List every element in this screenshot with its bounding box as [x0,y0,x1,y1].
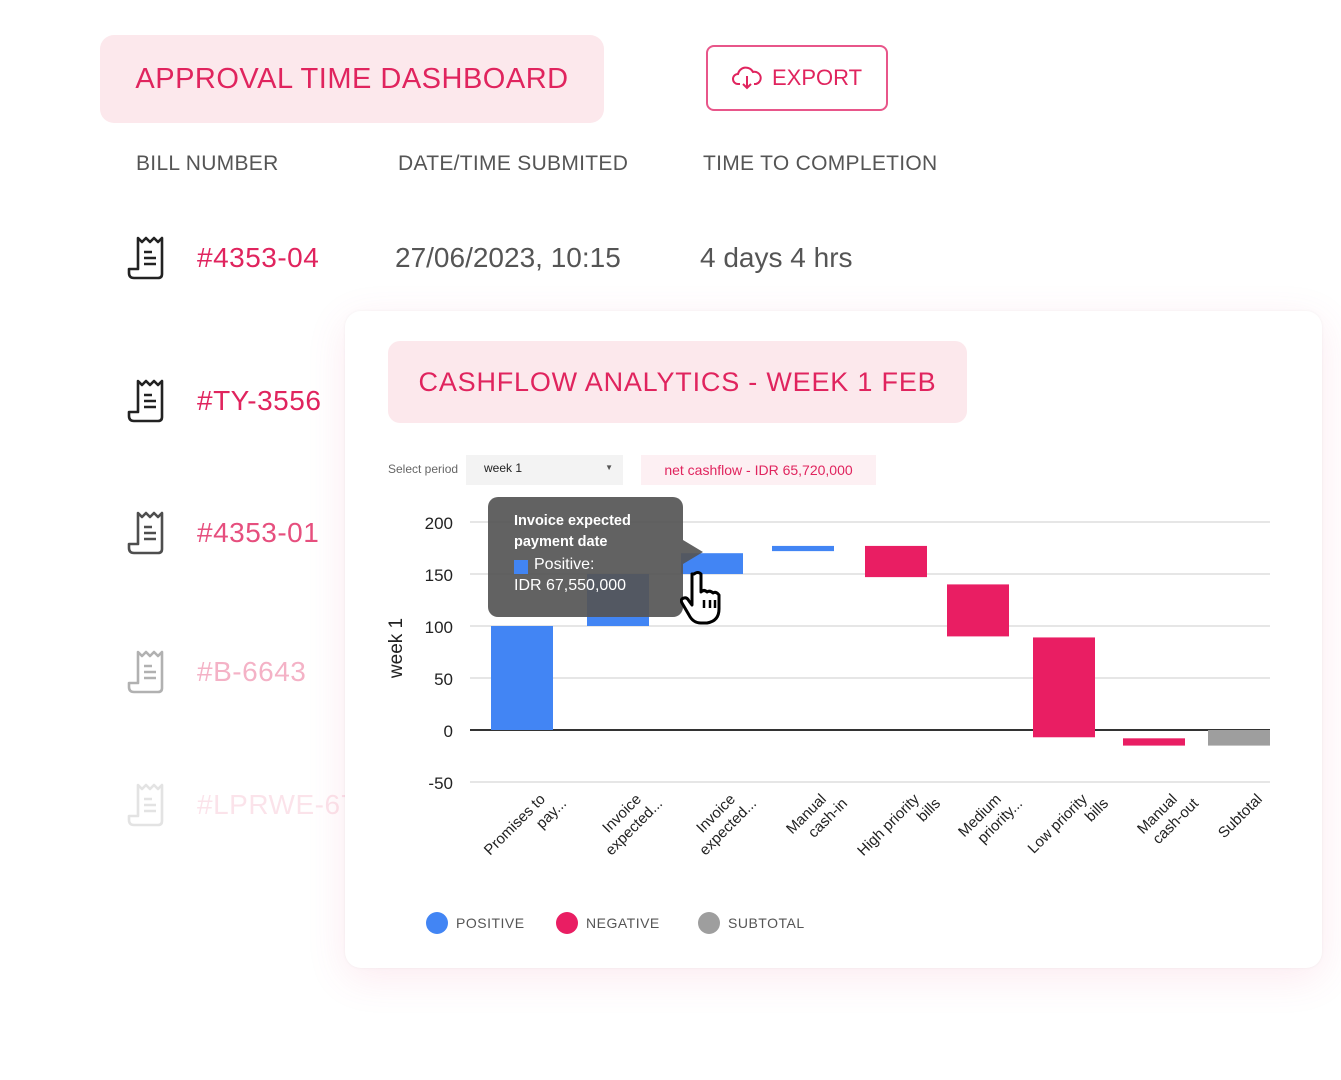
negative-dot [556,912,578,934]
legend-label: NEGATIVE [586,915,660,931]
subtotal-dot [698,912,720,934]
x-tick-label: Promises topay... [481,782,570,871]
x-tick-label: High prioritybills [854,782,944,872]
tooltip-value: IDR 67,550,000 [514,577,627,594]
legend-label: SUBTOTAL [728,915,805,931]
hand-cursor-icon [680,571,721,625]
positive-dot [426,912,448,934]
tooltip-arrow [683,540,703,564]
bar-positive [491,626,553,730]
legend-negative: NEGATIVE [556,912,660,934]
x-tick-label: Invoiceexpected... [589,782,666,859]
y-tick-label: -50 [428,774,453,793]
bar-negative [1123,738,1185,746]
chart-tooltip: Invoice expected payment date Positive: … [488,497,683,617]
x-tick-label: Manualcash-in [783,782,851,850]
tooltip-title: Invoice expected payment date [514,513,631,550]
x-tick-label: Low prioritybills [1025,782,1112,869]
x-tick-label: Subtotal [1215,791,1266,842]
y-axis-label: week 1 [386,618,407,679]
tooltip-series: Positive: [534,556,595,573]
y-tick-label: 200 [425,514,453,533]
x-tick-label: Mediumpriority... [955,782,1026,853]
bar-negative [1033,637,1095,738]
y-tick-label: 100 [425,618,453,637]
bar-negative [865,545,927,578]
legend-label: POSITIVE [456,915,525,931]
x-tick-label: Manualcash-out [1134,782,1203,851]
legend-subtotal: SUBTOTAL [698,912,805,934]
legend-positive: POSITIVE [426,912,525,934]
x-tick-label: Invoiceexpected... [683,782,760,859]
y-tick-label: 0 [444,722,453,741]
y-tick-label: 150 [425,566,453,585]
bar-negative [947,584,1009,637]
positive-swatch [514,560,528,574]
y-tick-label: 50 [434,670,453,689]
bar-subtotal [1208,730,1270,746]
bar-positive [772,545,834,552]
